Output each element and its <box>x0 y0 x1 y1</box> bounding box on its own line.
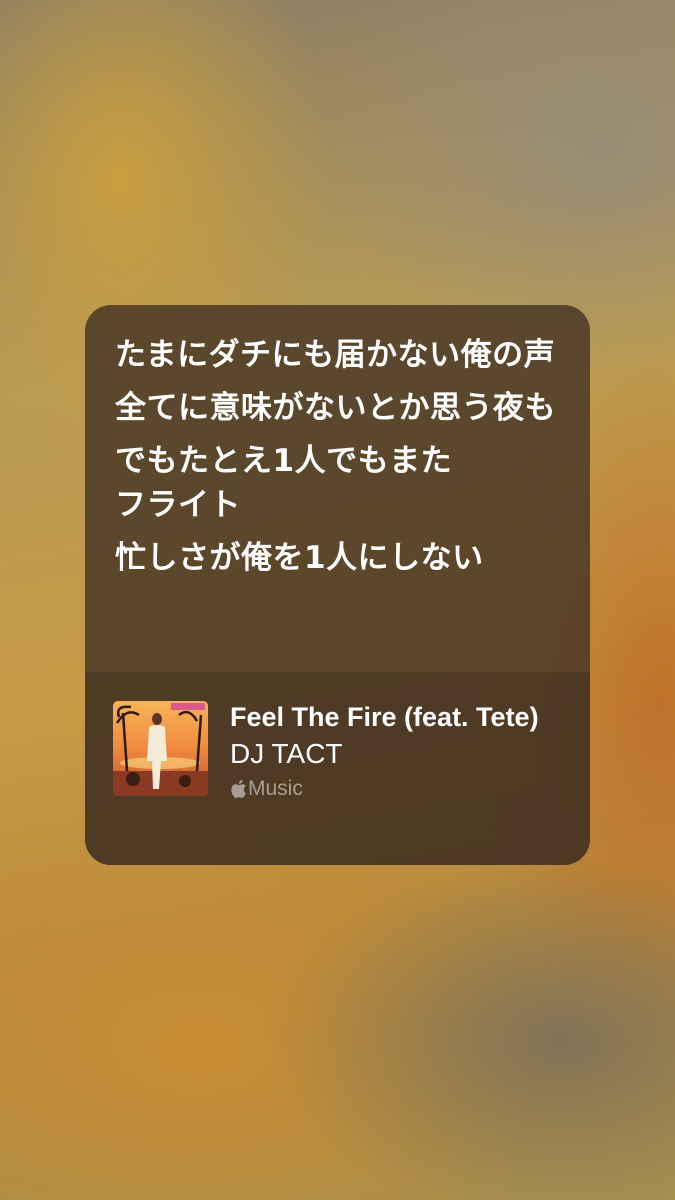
apple-logo-icon <box>231 779 246 798</box>
lyric-line: 忙しさが俺を1人にしない <box>115 540 484 576</box>
album-artwork[interactable] <box>113 701 208 796</box>
apple-music-badge[interactable]: Music <box>230 776 560 802</box>
lyric-line: たまにダチにも届かない俺の声 <box>115 337 556 373</box>
album-artwork-image <box>113 701 208 796</box>
track-details: Feel The Fire (feat. Tete) DJ TACT Music <box>230 700 560 802</box>
lyric-line: でもたとえ1人でもまた フライト <box>115 443 453 523</box>
service-label: Music <box>248 777 303 800</box>
lyrics-share-card: たまにダチにも届かない俺の声 全てに意味がないとか思う夜も でもたとえ1人でもま… <box>85 305 590 865</box>
lyrics-block: たまにダチにも届かない俺の声 全てに意味がないとか思う夜も でもたとえ1人でもま… <box>85 305 590 642</box>
track-info-section[interactable]: Feel The Fire (feat. Tete) DJ TACT Music <box>85 672 590 865</box>
track-title[interactable]: Feel The Fire (feat. Tete) <box>230 700 560 735</box>
lyric-line: 全てに意味がないとか思う夜も <box>115 390 556 426</box>
track-artist[interactable]: DJ TACT <box>230 736 560 772</box>
